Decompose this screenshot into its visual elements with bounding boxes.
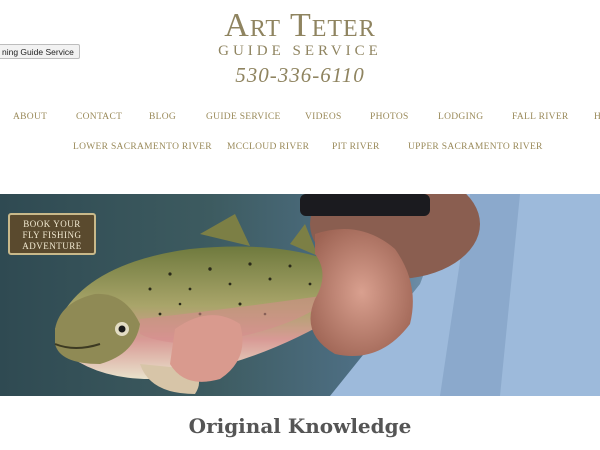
nav-contact[interactable]: CONTACT [76, 112, 122, 122]
book-button-line-3: ADVENTURE [22, 241, 82, 251]
nav-photos[interactable]: PHOTOS [370, 112, 409, 122]
section-heading: Original Knowledge [188, 414, 412, 438]
nav-upper-sacramento-river[interactable]: UPPER SACRAMENTO RIVER [408, 142, 543, 152]
nav-lower-sacramento-river[interactable]: LOWER SACRAMENTO RIVER [73, 142, 212, 152]
nav-guide-service[interactable]: GUIDE SERVICE [206, 112, 281, 122]
nav-fall-river[interactable]: FALL RIVER [512, 112, 569, 122]
nav-lodging[interactable]: LODGING [438, 112, 483, 122]
book-adventure-button[interactable]: BOOK YOUR FLY FISHING ADVENTURE [8, 213, 96, 255]
book-button-line-1: BOOK YOUR [23, 219, 81, 229]
logo-title: Art Teter [224, 7, 376, 44]
nav-about[interactable]: ABOUT [13, 112, 47, 122]
nav-videos[interactable]: VIDEOS [305, 112, 342, 122]
nav-h-truncated[interactable]: H [594, 112, 600, 122]
book-button-line-2: FLY FISHING [22, 230, 82, 240]
logo-subtitle: GUIDE SERVICE [218, 43, 382, 59]
nav-blog[interactable]: BLOG [149, 112, 176, 122]
phone-number[interactable]: 530-336-6110 [0, 62, 600, 88]
site-logo[interactable]: Art Teter GUIDE SERVICE 530-336-6110 [0, 8, 600, 88]
nav-mccloud-river[interactable]: MCCLOUD RIVER [227, 142, 309, 152]
nav-pit-river[interactable]: PIT RIVER [332, 142, 380, 152]
